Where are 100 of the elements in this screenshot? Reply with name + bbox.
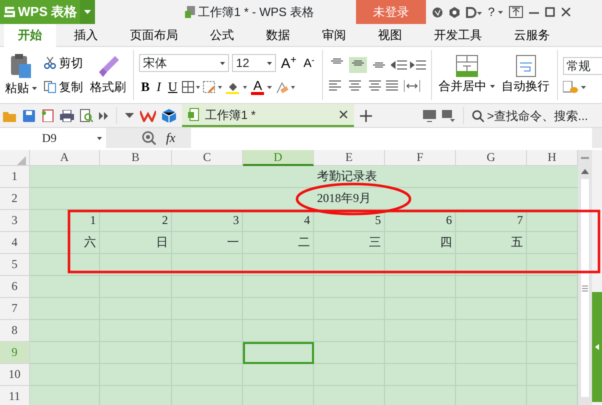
more-icon[interactable]	[99, 112, 108, 120]
table-cell	[30, 342, 100, 364]
vertical-align-button[interactable]	[348, 57, 366, 73]
fill-color-icon[interactable]	[226, 80, 248, 94]
column-header[interactable]: C	[172, 150, 243, 166]
paste-button[interactable]: 粘贴	[3, 79, 39, 97]
number-format-dropdown[interactable]: 常规	[562, 56, 602, 74]
skin-icon[interactable]	[432, 6, 444, 18]
ribbon-tab[interactable]: 公式	[196, 24, 248, 46]
ribbon-tab[interactable]: 数据	[252, 24, 304, 46]
ribbon-tab[interactable]: 页面布局	[116, 24, 192, 46]
window-list-icon[interactable]	[442, 110, 455, 122]
scroll-thumb[interactable]	[580, 178, 590, 398]
column-header[interactable]: A	[30, 150, 100, 166]
scissors-icon	[44, 57, 56, 69]
document-tab[interactable]: 工作簿1 *	[182, 104, 354, 127]
table-cell	[314, 342, 385, 364]
close-icon[interactable]	[560, 7, 571, 17]
merge-cells-icon[interactable]	[456, 55, 478, 77]
italic-button[interactable]: I	[154, 78, 164, 96]
row-header[interactable]: 2	[0, 188, 30, 210]
restore-panel-icon[interactable]	[508, 6, 523, 18]
row-header[interactable]: 5	[0, 254, 30, 276]
hexagon-icon[interactable]	[449, 6, 460, 18]
table-cell: 日	[100, 232, 172, 254]
underline-button[interactable]: U	[166, 78, 180, 96]
row-header[interactable]: 10	[0, 364, 30, 386]
format-painter-button[interactable]: 格式刷	[88, 78, 128, 96]
ribbon-tab[interactable]: 开始	[4, 24, 56, 46]
wrap-text-icon[interactable]	[516, 55, 536, 77]
currency-icon[interactable]	[562, 80, 586, 94]
wps-logo-icon[interactable]	[140, 110, 156, 122]
brush-icon[interactable]	[97, 54, 119, 78]
font-color-button[interactable]: A	[251, 79, 264, 95]
paste-icon[interactable]	[9, 53, 33, 79]
ribbon-tab[interactable]: 审阅	[308, 24, 360, 46]
side-panel-strip[interactable]	[592, 150, 602, 405]
table-cell: 四	[385, 232, 456, 254]
table-cell	[527, 364, 578, 386]
row-header[interactable]: 6	[0, 276, 30, 298]
row-header[interactable]: 8	[0, 320, 30, 342]
save-icon[interactable]	[23, 110, 35, 122]
formula-input[interactable]	[191, 128, 592, 148]
align-left-icon[interactable]	[328, 79, 344, 93]
cell-style-icon[interactable]	[203, 81, 224, 93]
column-header[interactable]: F	[385, 150, 456, 166]
justify-icon[interactable]	[384, 79, 400, 93]
cut-button[interactable]: 剪切	[42, 54, 85, 72]
add-tab-icon[interactable]	[360, 110, 372, 122]
document-icon	[185, 6, 195, 18]
increase-indent-icon[interactable]	[410, 58, 426, 72]
close-icon[interactable]	[339, 110, 348, 119]
export-pdf-icon[interactable]	[41, 109, 54, 122]
decrease-indent-icon[interactable]	[390, 58, 406, 72]
merge-center-button[interactable]: 合并居中	[436, 77, 496, 95]
wrap-text-button[interactable]: 自动换行	[500, 77, 552, 95]
print-preview-icon[interactable]	[80, 109, 93, 122]
ribbon-tab[interactable]: 云服务	[500, 24, 564, 46]
maximize-icon[interactable]	[544, 7, 555, 17]
expand-icon[interactable]	[595, 344, 599, 350]
function-label[interactable]: fx	[166, 128, 176, 148]
bold-button[interactable]: B	[139, 78, 152, 96]
table-cell	[172, 342, 243, 364]
copy-button[interactable]: 复制	[42, 78, 85, 96]
font-size-dropdown[interactable]: 12	[232, 54, 276, 72]
row-header[interactable]: 3	[0, 210, 30, 232]
shrink-font-button[interactable]: A$^{-}$	[301, 54, 316, 72]
app-dropdown-button[interactable]	[80, 0, 95, 24]
ribbon-tab[interactable]: 开发工具	[420, 24, 496, 46]
row-header[interactable]: 4	[0, 232, 30, 254]
help-button[interactable]: ?	[488, 3, 495, 21]
display-icon[interactable]	[423, 110, 436, 122]
row-header[interactable]: 1	[0, 166, 30, 188]
column-header[interactable]: H	[527, 150, 578, 166]
row-header[interactable]: 11	[0, 386, 30, 405]
ribbon-tab[interactable]: 视图	[364, 24, 416, 46]
row-header[interactable]: 7	[0, 298, 30, 320]
search-field[interactable]: >查找命令、搜索...	[487, 106, 599, 124]
active-cell[interactable]	[243, 342, 314, 364]
borders-icon[interactable]	[182, 81, 200, 93]
font-name-dropdown[interactable]: 宋体	[139, 54, 229, 72]
table-cell	[527, 232, 578, 254]
distributed-icon[interactable]	[404, 79, 420, 93]
table-cell: 五	[456, 232, 527, 254]
vertical-scrollbar[interactable]	[578, 150, 592, 405]
column-header[interactable]: B	[100, 150, 172, 166]
align-center-icon[interactable]	[346, 79, 362, 93]
print-icon[interactable]	[60, 110, 74, 122]
name-box[interactable]: D9	[0, 128, 106, 148]
column-header[interactable]: E	[314, 150, 385, 166]
grow-font-button[interactable]: A$^{+}$	[279, 54, 298, 72]
clear-format-icon[interactable]	[275, 80, 296, 94]
table-cell: 二	[243, 232, 314, 254]
zoom-icon[interactable]	[142, 131, 156, 145]
column-header[interactable]: G	[456, 150, 527, 166]
table-cell	[527, 386, 578, 405]
dropdown-icon[interactable]	[125, 113, 134, 118]
table-cell	[30, 298, 100, 320]
ribbon-tab[interactable]: 插入	[60, 24, 112, 46]
cube-icon[interactable]	[162, 108, 176, 122]
